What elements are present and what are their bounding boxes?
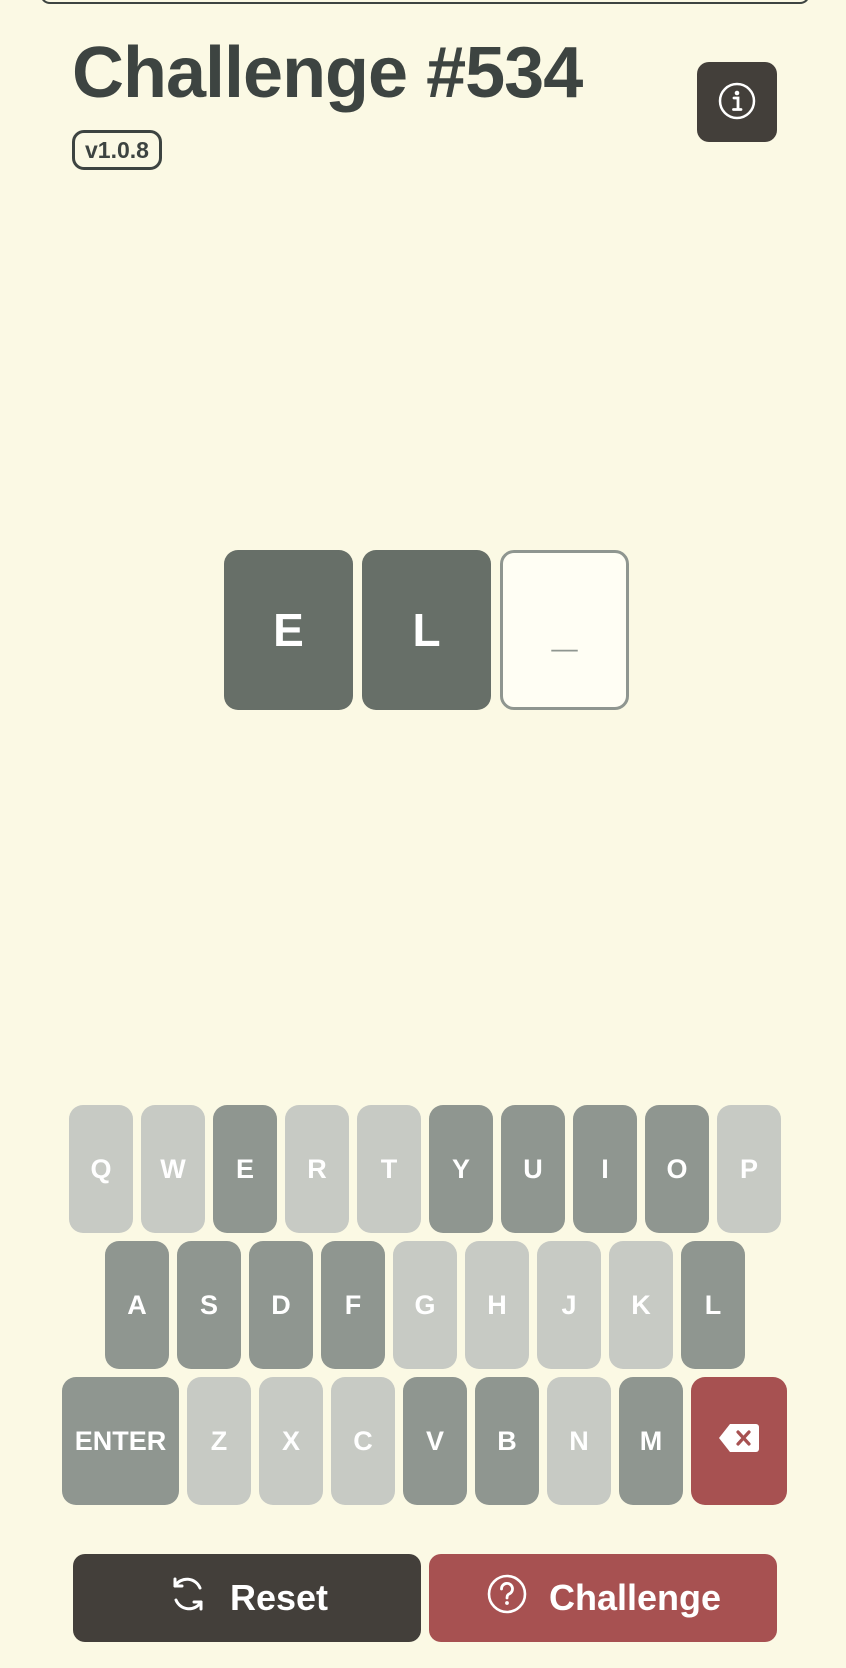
key-w[interactable]: W xyxy=(141,1105,205,1233)
key-u[interactable]: U xyxy=(501,1105,565,1233)
key-p[interactable]: P xyxy=(717,1105,781,1233)
backspace-icon xyxy=(718,1422,760,1461)
key-o[interactable]: O xyxy=(645,1105,709,1233)
reset-button-label: Reset xyxy=(229,1577,329,1618)
key-t[interactable]: T xyxy=(357,1105,421,1233)
enter-key[interactable]: ENTER xyxy=(62,1377,179,1505)
letter-tile: E xyxy=(224,550,353,710)
key-l[interactable]: L xyxy=(681,1241,745,1369)
page-title: Challenge #534 xyxy=(72,33,583,113)
info-icon xyxy=(717,81,757,124)
key-b[interactable]: B xyxy=(475,1377,539,1505)
key-v[interactable]: V xyxy=(403,1377,467,1505)
key-c[interactable]: C xyxy=(331,1377,395,1505)
key-h[interactable]: H xyxy=(465,1241,529,1369)
key-e[interactable]: E xyxy=(213,1105,277,1233)
key-n[interactable]: N xyxy=(547,1377,611,1505)
empty-letter-tile: _ xyxy=(500,550,629,710)
key-i[interactable]: I xyxy=(573,1105,637,1233)
reset-button[interactable]: Reset xyxy=(73,1554,421,1642)
question-circle-icon xyxy=(485,1572,529,1625)
key-g[interactable]: G xyxy=(393,1241,457,1369)
key-y[interactable]: Y xyxy=(429,1105,493,1233)
keyboard-row-1: QWERTYUIOP xyxy=(69,1105,781,1233)
key-a[interactable]: A xyxy=(105,1241,169,1369)
key-k[interactable]: K xyxy=(609,1241,673,1369)
key-s[interactable]: S xyxy=(177,1241,241,1369)
challenge-button-label: Challenge xyxy=(548,1577,722,1618)
backspace-key[interactable] xyxy=(691,1377,787,1505)
top-frame-edge xyxy=(40,0,810,4)
keyboard-row-2: ASDFGHJKL xyxy=(105,1241,745,1369)
key-z[interactable]: Z xyxy=(187,1377,251,1505)
key-d[interactable]: D xyxy=(249,1241,313,1369)
key-x[interactable]: X xyxy=(259,1377,323,1505)
keyboard-row-3: ENTER Z X C V B N M xyxy=(62,1377,787,1505)
key-m[interactable]: M xyxy=(619,1377,683,1505)
key-r[interactable]: R xyxy=(285,1105,349,1233)
key-q[interactable]: Q xyxy=(69,1105,133,1233)
version-badge: v1.0.8 xyxy=(72,130,162,170)
key-f[interactable]: F xyxy=(321,1241,385,1369)
letter-tile: L xyxy=(362,550,491,710)
key-j[interactable]: J xyxy=(537,1241,601,1369)
challenge-button[interactable]: Challenge xyxy=(429,1554,777,1642)
guess-tiles: E L _ xyxy=(224,550,629,710)
info-button[interactable] xyxy=(697,62,777,142)
refresh-icon xyxy=(166,1572,210,1625)
